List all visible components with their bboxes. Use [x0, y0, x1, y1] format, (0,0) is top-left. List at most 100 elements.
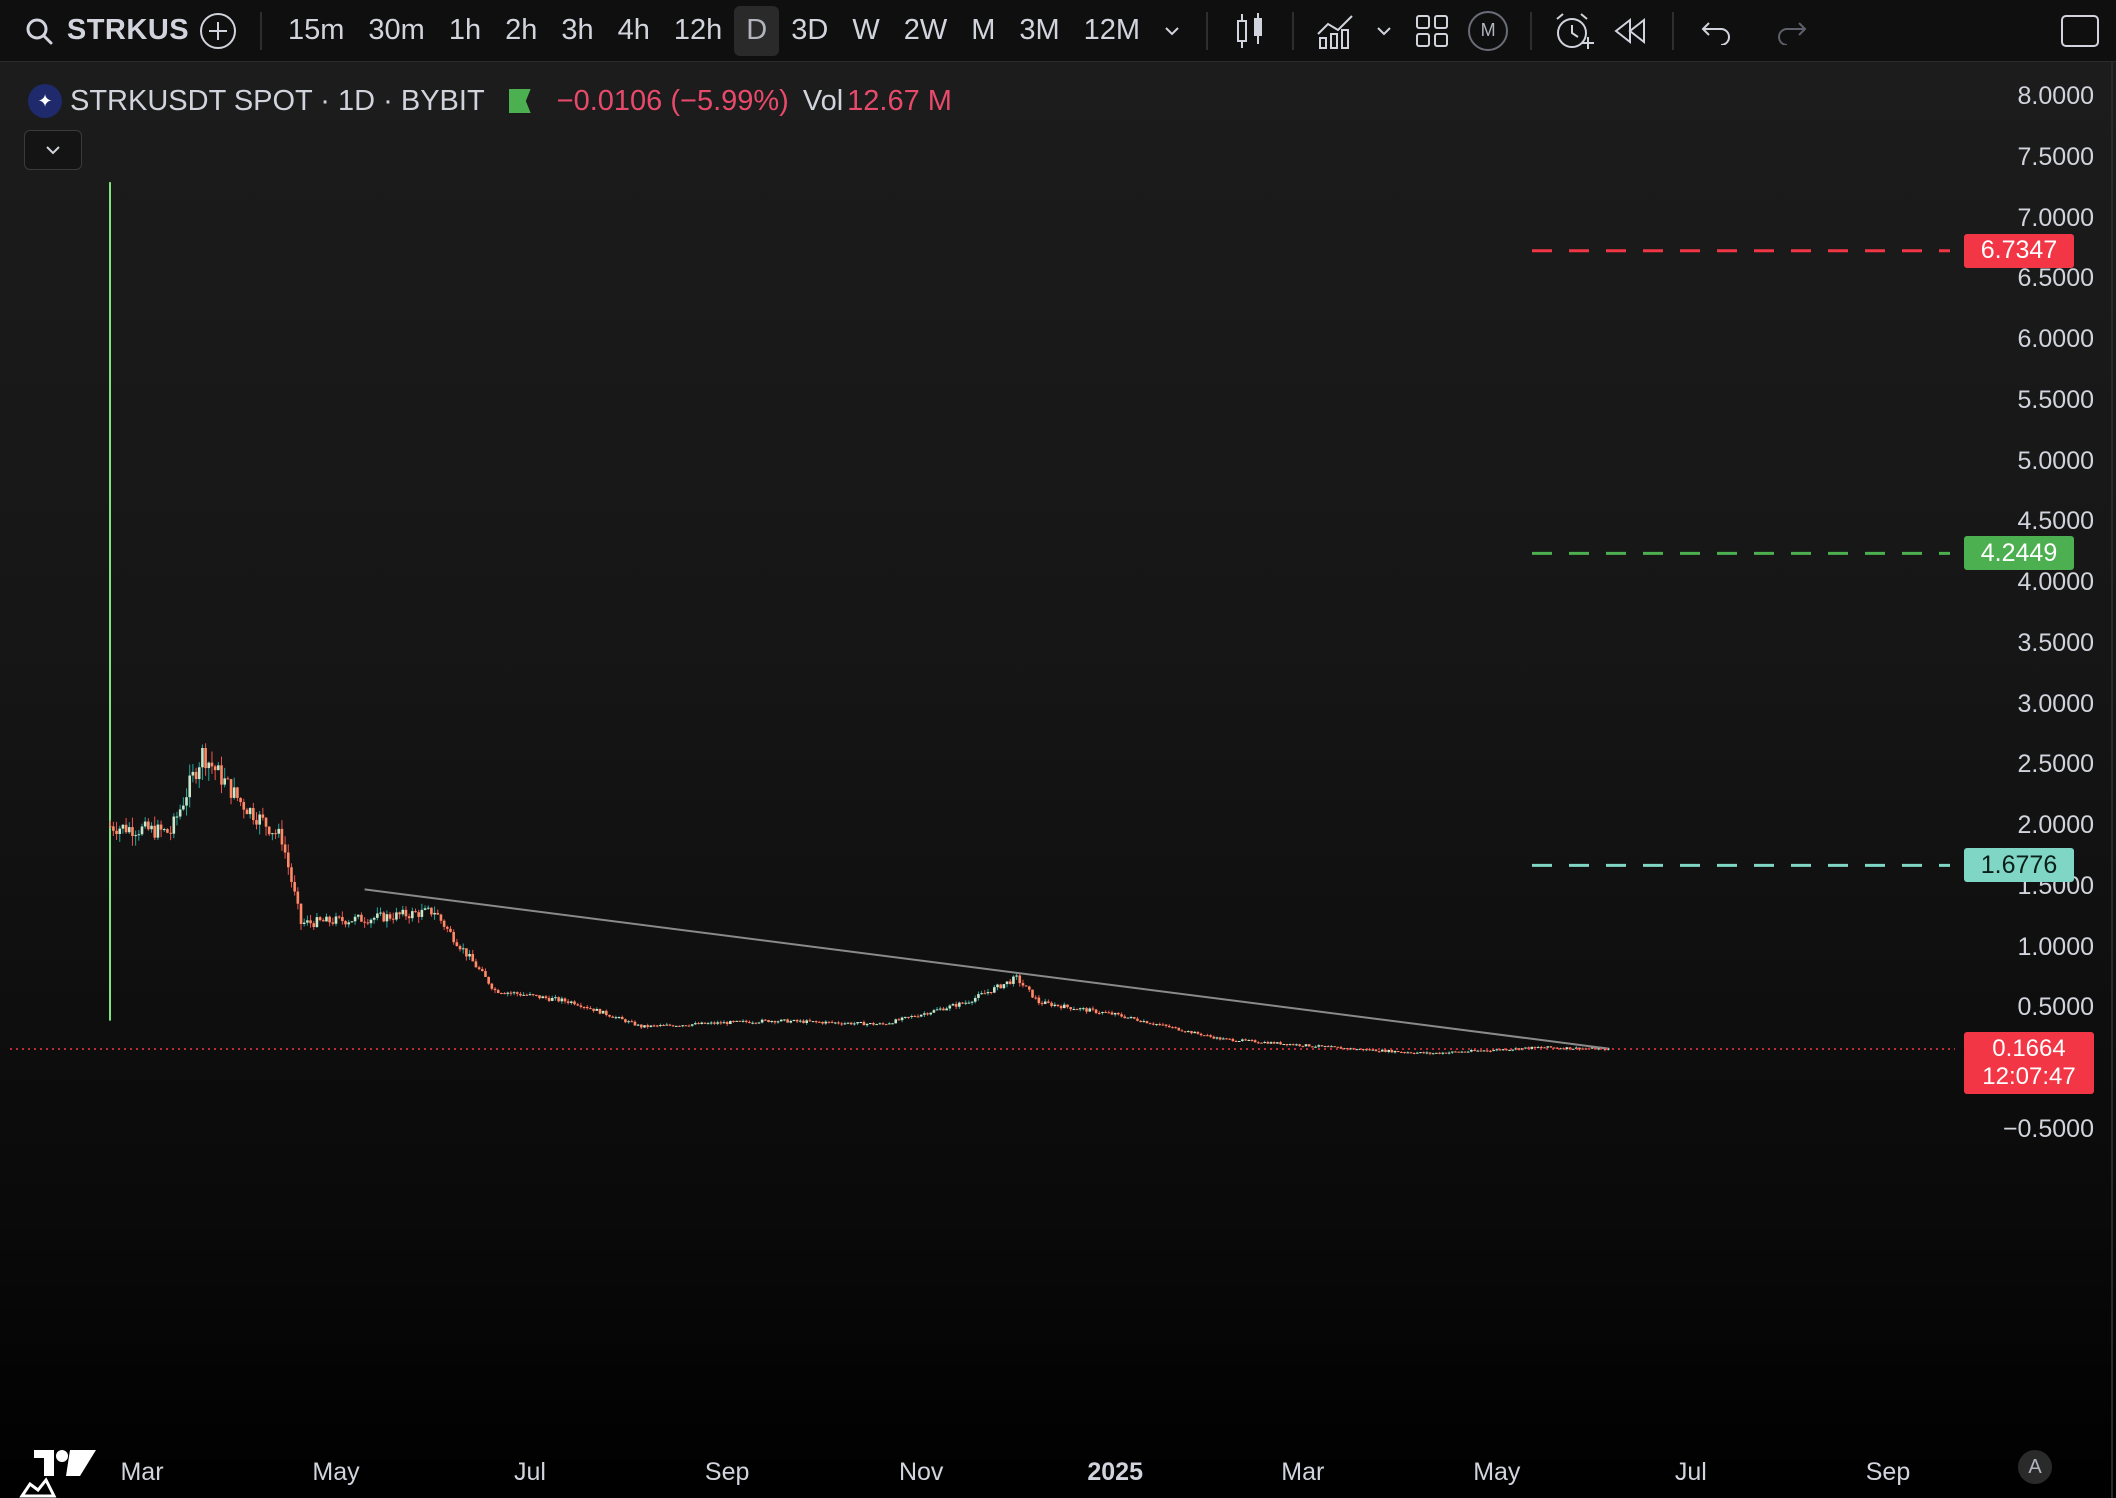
level-price-tag: 6.7347 — [1964, 233, 2074, 268]
candle-body — [767, 1020, 770, 1023]
candle-body — [1145, 1021, 1149, 1024]
interval-30m[interactable]: 30m — [356, 6, 436, 56]
interval-15m[interactable]: 15m — [276, 6, 356, 56]
candle-body — [1056, 1004, 1060, 1007]
candle-body — [277, 828, 281, 834]
candle-body — [884, 1024, 888, 1026]
candle-body — [194, 771, 198, 780]
symbol-search[interactable]: STRKUS — [0, 6, 190, 56]
candle-body — [525, 994, 529, 996]
candle-body — [242, 802, 246, 810]
candle-body — [1412, 1052, 1416, 1054]
candle-body — [493, 988, 497, 991]
candle-body — [1282, 1043, 1286, 1045]
interval-dropdown-button[interactable] — [1152, 6, 1192, 56]
flag-icon[interactable] — [508, 89, 531, 113]
trendline[interactable] — [364, 888, 1609, 1050]
candle-body — [1479, 1050, 1483, 1052]
indicators-button[interactable] — [1308, 6, 1364, 56]
candle-body — [1323, 1046, 1327, 1048]
candle-body — [1330, 1046, 1333, 1048]
fullscreen-button[interactable] — [2052, 6, 2108, 56]
candle-body — [1018, 975, 1022, 984]
candle-body — [321, 920, 325, 922]
candle-body — [210, 762, 214, 767]
candle-body — [1066, 1004, 1069, 1008]
candle-body — [1253, 1040, 1257, 1043]
plus-circle-icon — [200, 12, 236, 49]
interval-2w[interactable]: 2W — [892, 6, 960, 56]
candle-body — [741, 1020, 745, 1022]
interval-3m[interactable]: 3M — [1007, 6, 1071, 56]
price-axis-label: −0.5000 — [2002, 1115, 2094, 1143]
candle-body — [1161, 1024, 1165, 1026]
candle-body — [582, 1006, 586, 1008]
chart-type-button[interactable] — [1222, 6, 1278, 56]
candle-body — [382, 912, 386, 922]
candle-body — [697, 1023, 700, 1025]
interval-w[interactable]: W — [840, 6, 891, 56]
interval-3h[interactable]: 3h — [549, 6, 605, 56]
candle-body — [853, 1023, 856, 1025]
redo-button[interactable] — [1764, 6, 1820, 56]
candle-body — [531, 994, 535, 996]
interval-d[interactable]: D — [734, 5, 780, 56]
candle-body — [671, 1025, 675, 1027]
candle-body — [452, 931, 455, 943]
interval-4h[interactable]: 4h — [606, 6, 662, 56]
candle-body — [891, 1023, 894, 1025]
candle-body — [808, 1020, 812, 1022]
candle-body — [611, 1016, 614, 1018]
search-icon — [26, 18, 53, 44]
candle-body — [805, 1020, 808, 1024]
candle-body — [690, 1024, 694, 1026]
candle-body — [554, 997, 557, 999]
interval-12h[interactable]: 12h — [662, 6, 734, 56]
candle-body — [1260, 1042, 1263, 1044]
chart-pane[interactable]: ✦ STRKUSDT SPOT · 1D · BYBIT −0.0106 (−5… — [0, 62, 2116, 1498]
interval-1h[interactable]: 1h — [437, 6, 493, 56]
candle-body — [1237, 1040, 1241, 1042]
candle-body — [515, 992, 519, 994]
candle-body — [655, 1025, 659, 1027]
candle-body — [302, 922, 306, 925]
candle-body — [1015, 975, 1018, 977]
indicators-dropdown-button[interactable] — [1364, 6, 1404, 56]
alarm-clock-icon — [1556, 12, 1595, 49]
candle-body — [1218, 1037, 1222, 1040]
candle-body — [1202, 1035, 1206, 1037]
tradingview-logo[interactable] — [18, 1444, 98, 1498]
interval-m[interactable]: M — [959, 6, 1007, 56]
candle-body — [1428, 1052, 1432, 1054]
add-alert-button[interactable] — [1546, 6, 1602, 56]
candle-body — [1187, 1031, 1190, 1033]
time-axis-label: May — [312, 1458, 360, 1486]
interval-3d[interactable]: 3D — [779, 6, 840, 56]
candle-body — [290, 867, 293, 882]
layouts-button[interactable] — [1404, 6, 1460, 56]
candle-body — [484, 971, 487, 977]
add-symbol-button[interactable] — [190, 6, 246, 56]
time-axis-label: May — [1473, 1458, 1521, 1486]
price-chart[interactable] — [0, 62, 2116, 1498]
candle-body — [999, 984, 1002, 989]
candle-body — [1215, 1037, 1219, 1039]
interval-12m[interactable]: 12M — [1072, 6, 1152, 56]
candle-body — [127, 827, 131, 833]
candle-body — [337, 916, 341, 918]
legend-collapse-button[interactable] — [24, 130, 82, 170]
legend-volume-label: Vol — [802, 84, 844, 117]
candle-body — [1082, 1008, 1085, 1010]
candle-body — [617, 1017, 621, 1019]
candle-body — [614, 1017, 618, 1019]
candle-body — [140, 826, 144, 835]
interval-2h[interactable]: 2h — [493, 6, 549, 56]
m-badge-button[interactable]: M — [1460, 6, 1516, 56]
undo-button[interactable] — [1688, 6, 1744, 56]
auto-scale-button[interactable]: A — [2018, 1450, 2052, 1484]
candle-body — [1222, 1038, 1225, 1040]
candle-body — [407, 916, 411, 919]
replay-button[interactable] — [1602, 6, 1658, 56]
candle-body — [846, 1022, 850, 1024]
candle-body — [423, 908, 427, 910]
